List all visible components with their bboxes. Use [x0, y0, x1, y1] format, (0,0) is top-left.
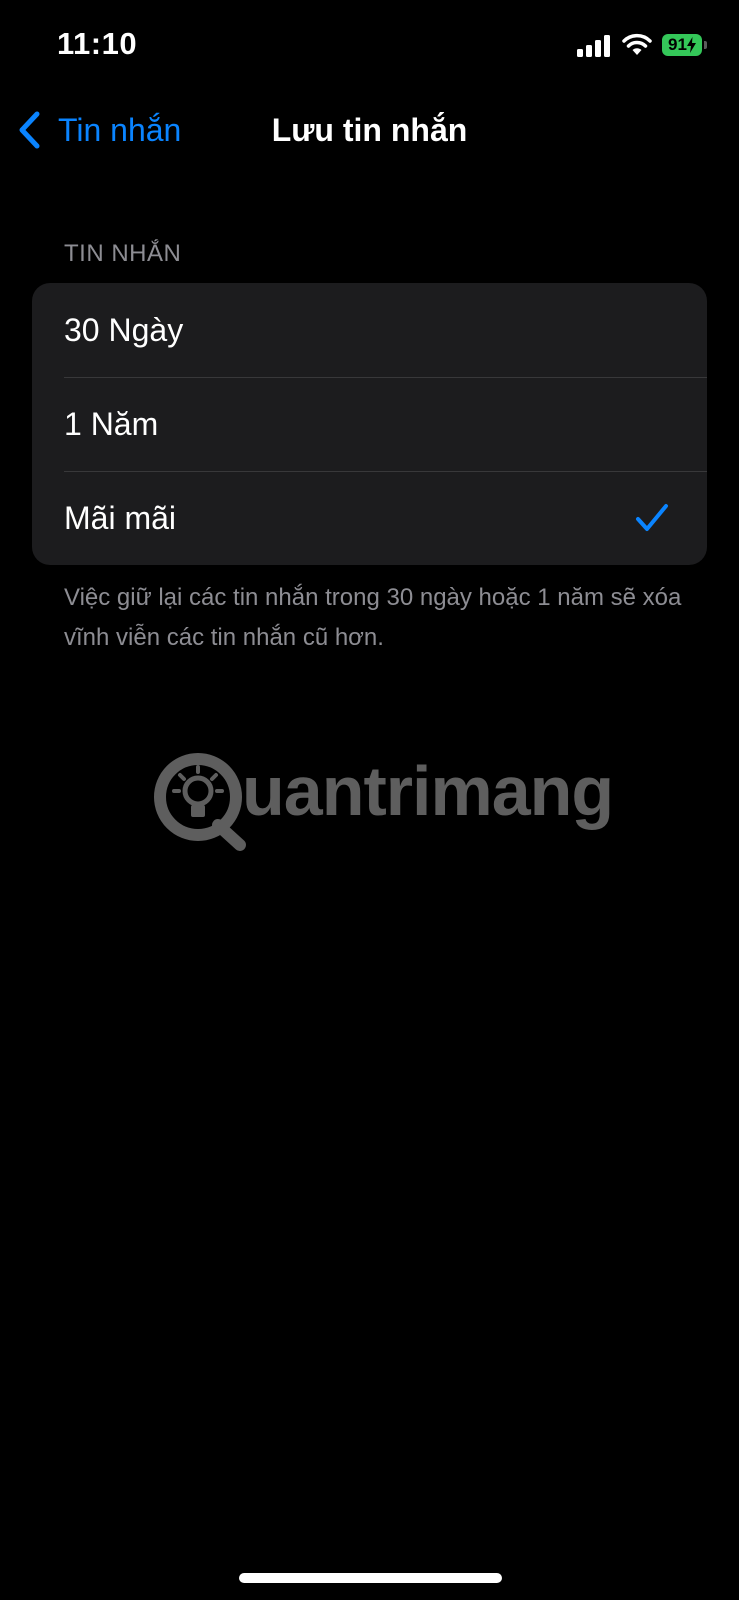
- option-1-year[interactable]: 1 Năm: [32, 377, 707, 471]
- charging-bolt-icon: [686, 37, 696, 53]
- navigation-bar: Tin nhắn Lưu tin nhắn: [0, 92, 739, 168]
- wifi-icon: [622, 33, 652, 55]
- home-indicator[interactable]: [239, 1573, 502, 1583]
- lightbulb-q-logo-icon: [154, 753, 246, 851]
- watermark-logo: uantrimang: [150, 745, 614, 855]
- status-icons: 91: [577, 30, 707, 60]
- option-label: 30 Ngày: [64, 311, 184, 348]
- battery-tip: [704, 41, 707, 49]
- option-forever[interactable]: Mãi mãi: [32, 471, 707, 565]
- status-bar: 11:10 91: [0, 0, 739, 92]
- keep-messages-options: 30 Ngày 1 Năm Mãi mãi: [32, 283, 707, 565]
- battery-percent: 91: [668, 35, 687, 54]
- cellular-signal-icon: [577, 33, 610, 57]
- status-time: 11:10: [57, 26, 138, 61]
- section-header: TIN NHẮN: [64, 240, 182, 267]
- option-30-days[interactable]: 30 Ngày: [32, 283, 707, 377]
- battery-level: 91: [662, 34, 702, 56]
- option-label: 1 Năm: [64, 405, 159, 442]
- checkmark-icon: [636, 504, 668, 531]
- page-title: Lưu tin nhắn: [271, 112, 468, 148]
- watermark-text: uantrimang: [242, 752, 614, 830]
- battery-charging-icon: 91: [662, 34, 707, 56]
- option-label: Mãi mãi: [64, 499, 177, 536]
- screen: 11:10 91 Tin nhắn Lưu tin nhắn TIN NHẮN …: [0, 0, 739, 1600]
- section-footer-note: Việc giữ lại các tin nhắn trong 30 ngày …: [64, 584, 682, 651]
